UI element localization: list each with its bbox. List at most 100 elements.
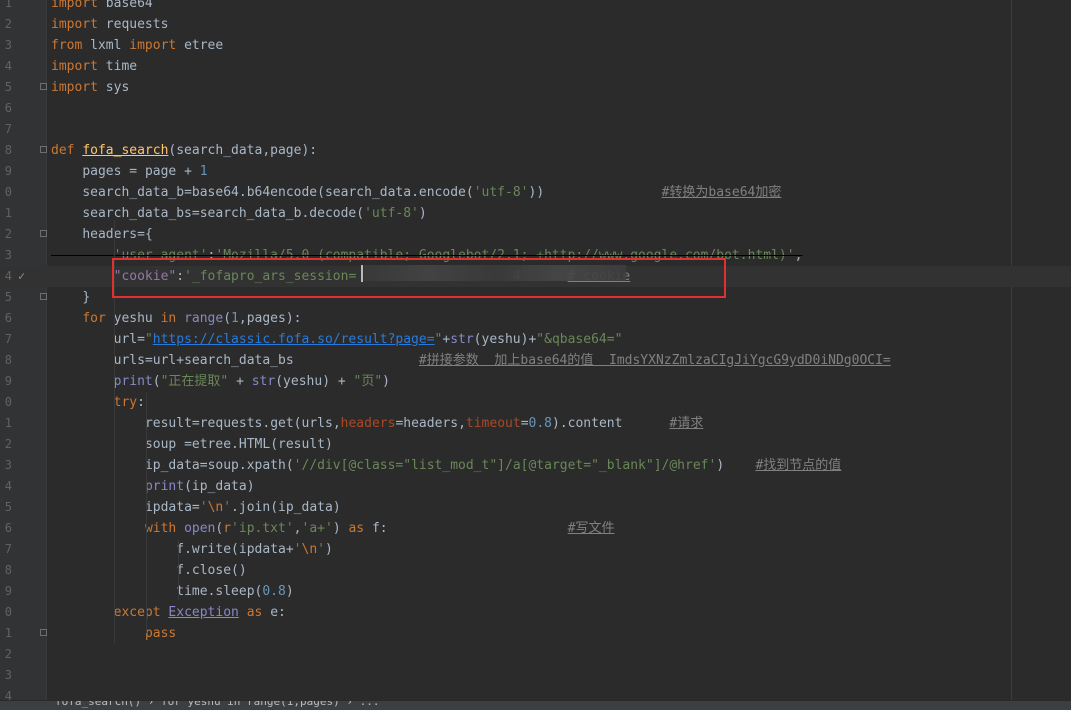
code-line[interactable]: 0 try:	[0, 392, 1071, 413]
code-line[interactable]: 6 with open(r'ip.txt','a+') as f: #写文件	[0, 518, 1071, 539]
code-line[interactable]: 3	[0, 665, 1071, 686]
code-text: soup =etree.HTML(result)	[144, 437, 333, 452]
highlight-annotation-box	[112, 258, 726, 298]
fold-toggle-icon[interactable]	[40, 293, 47, 300]
code-line[interactable]: 9 print("正在提取" + str(yeshu) + "页")	[0, 371, 1071, 392]
code-text: pages = page + 1	[82, 164, 208, 179]
line-number: 7	[4, 542, 12, 556]
line-number: 2	[4, 647, 12, 661]
line-number: 7	[4, 332, 12, 346]
line-number: 4	[4, 479, 12, 493]
line-number: 3	[4, 38, 12, 52]
fold-toggle-icon[interactable]	[40, 146, 47, 153]
code-text: search_data_b=base64.b64encode(search_da…	[82, 185, 782, 200]
code-line[interactable]: 1 pass	[0, 623, 1071, 644]
code-text: with open(r'ip.txt','a+') as f: #写文件	[144, 521, 615, 536]
line-number: 8	[4, 563, 12, 577]
code-line[interactable]: 3 from lxml import etree	[0, 35, 1071, 56]
code-line[interactable]: 2 headers={	[0, 224, 1071, 245]
fold-toggle-icon[interactable]	[40, 230, 47, 237]
line-number: 5	[4, 500, 12, 514]
code-text: def fofa_search(search_data,page):	[51, 143, 318, 158]
code-line[interactable]: 6	[0, 98, 1071, 119]
line-number: 9	[4, 164, 12, 178]
code-text: from lxml import etree	[51, 38, 224, 53]
code-text: import sys	[51, 80, 130, 95]
code-text: url="https://classic.fofa.so/result?page…	[113, 332, 623, 347]
code-text: except Exception as e:	[113, 605, 286, 620]
code-line[interactable]: 2 import requests	[0, 14, 1071, 35]
code-text: ip_data=soup.xpath('//div[@class="list_m…	[144, 458, 842, 473]
code-line[interactable]: 2 soup =etree.HTML(result)	[0, 434, 1071, 455]
code-line[interactable]: 5 ipdata='\n'.join(ip_data)	[0, 497, 1071, 518]
line-number: 1	[4, 626, 12, 640]
line-number: 6	[4, 521, 12, 535]
line-number: 9	[4, 584, 12, 598]
line-number: 0	[4, 185, 12, 199]
line-number: 2	[4, 17, 12, 31]
indent-guide	[178, 540, 179, 600]
code-line[interactable]: 8 f.close()	[0, 560, 1071, 581]
code-line[interactable]: 1 import base64	[0, 0, 1071, 14]
code-line[interactable]: 1 result=requests.get(urls,headers=heade…	[0, 413, 1071, 434]
code-text: f.write(ipdata+'\n')	[176, 542, 333, 557]
line-number: 5	[4, 290, 12, 304]
line-number: 2	[4, 437, 12, 451]
code-line[interactable]: 8 urls=url+search_data_bs #拼接参数 加上base64…	[0, 350, 1071, 371]
line-number: 1	[4, 206, 12, 220]
indent-guide	[146, 393, 147, 633]
code-text: import base64	[51, 0, 153, 11]
line-number: 0	[4, 605, 12, 619]
line-number: 2	[4, 227, 12, 241]
line-number: 3	[4, 668, 12, 682]
breadcrumb-bar: fofa_search() › for yeshu in range(1,pag…	[0, 700, 1071, 710]
code-text: time.sleep(0.8)	[176, 584, 294, 599]
code-text: }	[82, 290, 91, 305]
code-line[interactable]: 7 url="https://classic.fofa.so/result?pa…	[0, 329, 1071, 350]
code-line[interactable]: 9 pages = page + 1	[0, 161, 1071, 182]
code-text: ipdata='\n'.join(ip_data)	[144, 500, 341, 515]
code-text: for yeshu in range(1,pages):	[82, 311, 302, 326]
line-number: 3	[4, 458, 12, 472]
code-text: headers={	[82, 227, 153, 242]
code-line[interactable]: 6 for yeshu in range(1,pages):	[0, 308, 1071, 329]
line-number: 8	[4, 353, 12, 367]
line-number: 1	[4, 0, 12, 10]
code-line[interactable]: 3 ip_data=soup.xpath('//div[@class="list…	[0, 455, 1071, 476]
code-line[interactable]: 7	[0, 119, 1071, 140]
code-text: print(ip_data)	[144, 479, 255, 494]
code-line[interactable]: 0 except Exception as e:	[0, 602, 1071, 623]
line-number: 6	[4, 101, 12, 115]
line-number: 5	[4, 80, 12, 94]
code-text: print("正在提取" + str(yeshu) + "页")	[113, 374, 390, 389]
line-number: 3	[4, 248, 12, 262]
code-line[interactable]: 1 search_data_bs=search_data_b.decode('u…	[0, 203, 1071, 224]
code-line[interactable]: 0 search_data_b=base64.b64encode(search_…	[0, 182, 1071, 203]
code-line[interactable]: 7 f.write(ipdata+'\n')	[0, 539, 1071, 560]
code-line[interactable]: 9 time.sleep(0.8)	[0, 581, 1071, 602]
indent-guide	[114, 304, 115, 644]
line-number: 4	[4, 59, 12, 73]
line-number: 1	[4, 416, 12, 430]
line-number: 6	[4, 311, 12, 325]
code-text: import time	[51, 59, 138, 74]
code-editor[interactable]: 1 import base64 2 import requests 3 from lxml…	[0, 0, 1071, 710]
code-line[interactable]: 5 import sys	[0, 77, 1071, 98]
fold-toggle-icon[interactable]	[40, 83, 47, 90]
fold-toggle-icon[interactable]	[40, 629, 47, 636]
line-number: 9	[4, 374, 12, 388]
check-icon: ✓	[18, 269, 26, 283]
line-number: 0	[4, 395, 12, 409]
code-text: result=requests.get(urls,headers=headers…	[144, 416, 704, 431]
code-line[interactable]: 4 print(ip_data)	[0, 476, 1071, 497]
breadcrumb[interactable]: fofa_search() › for yeshu in range(1,pag…	[55, 701, 380, 708]
code-line[interactable]: 4 import time	[0, 56, 1071, 77]
code-line[interactable]: 2	[0, 644, 1071, 665]
code-text: try:	[113, 395, 145, 410]
code-text: import requests	[51, 17, 169, 32]
line-number: 8	[4, 143, 12, 157]
line-number: 7	[4, 122, 12, 136]
line-number: 4	[4, 269, 12, 283]
code-line[interactable]: 8 def fofa_search(search_data,page):	[0, 140, 1071, 161]
code-text: urls=url+search_data_bs #拼接参数 加上base64的值…	[113, 353, 891, 368]
